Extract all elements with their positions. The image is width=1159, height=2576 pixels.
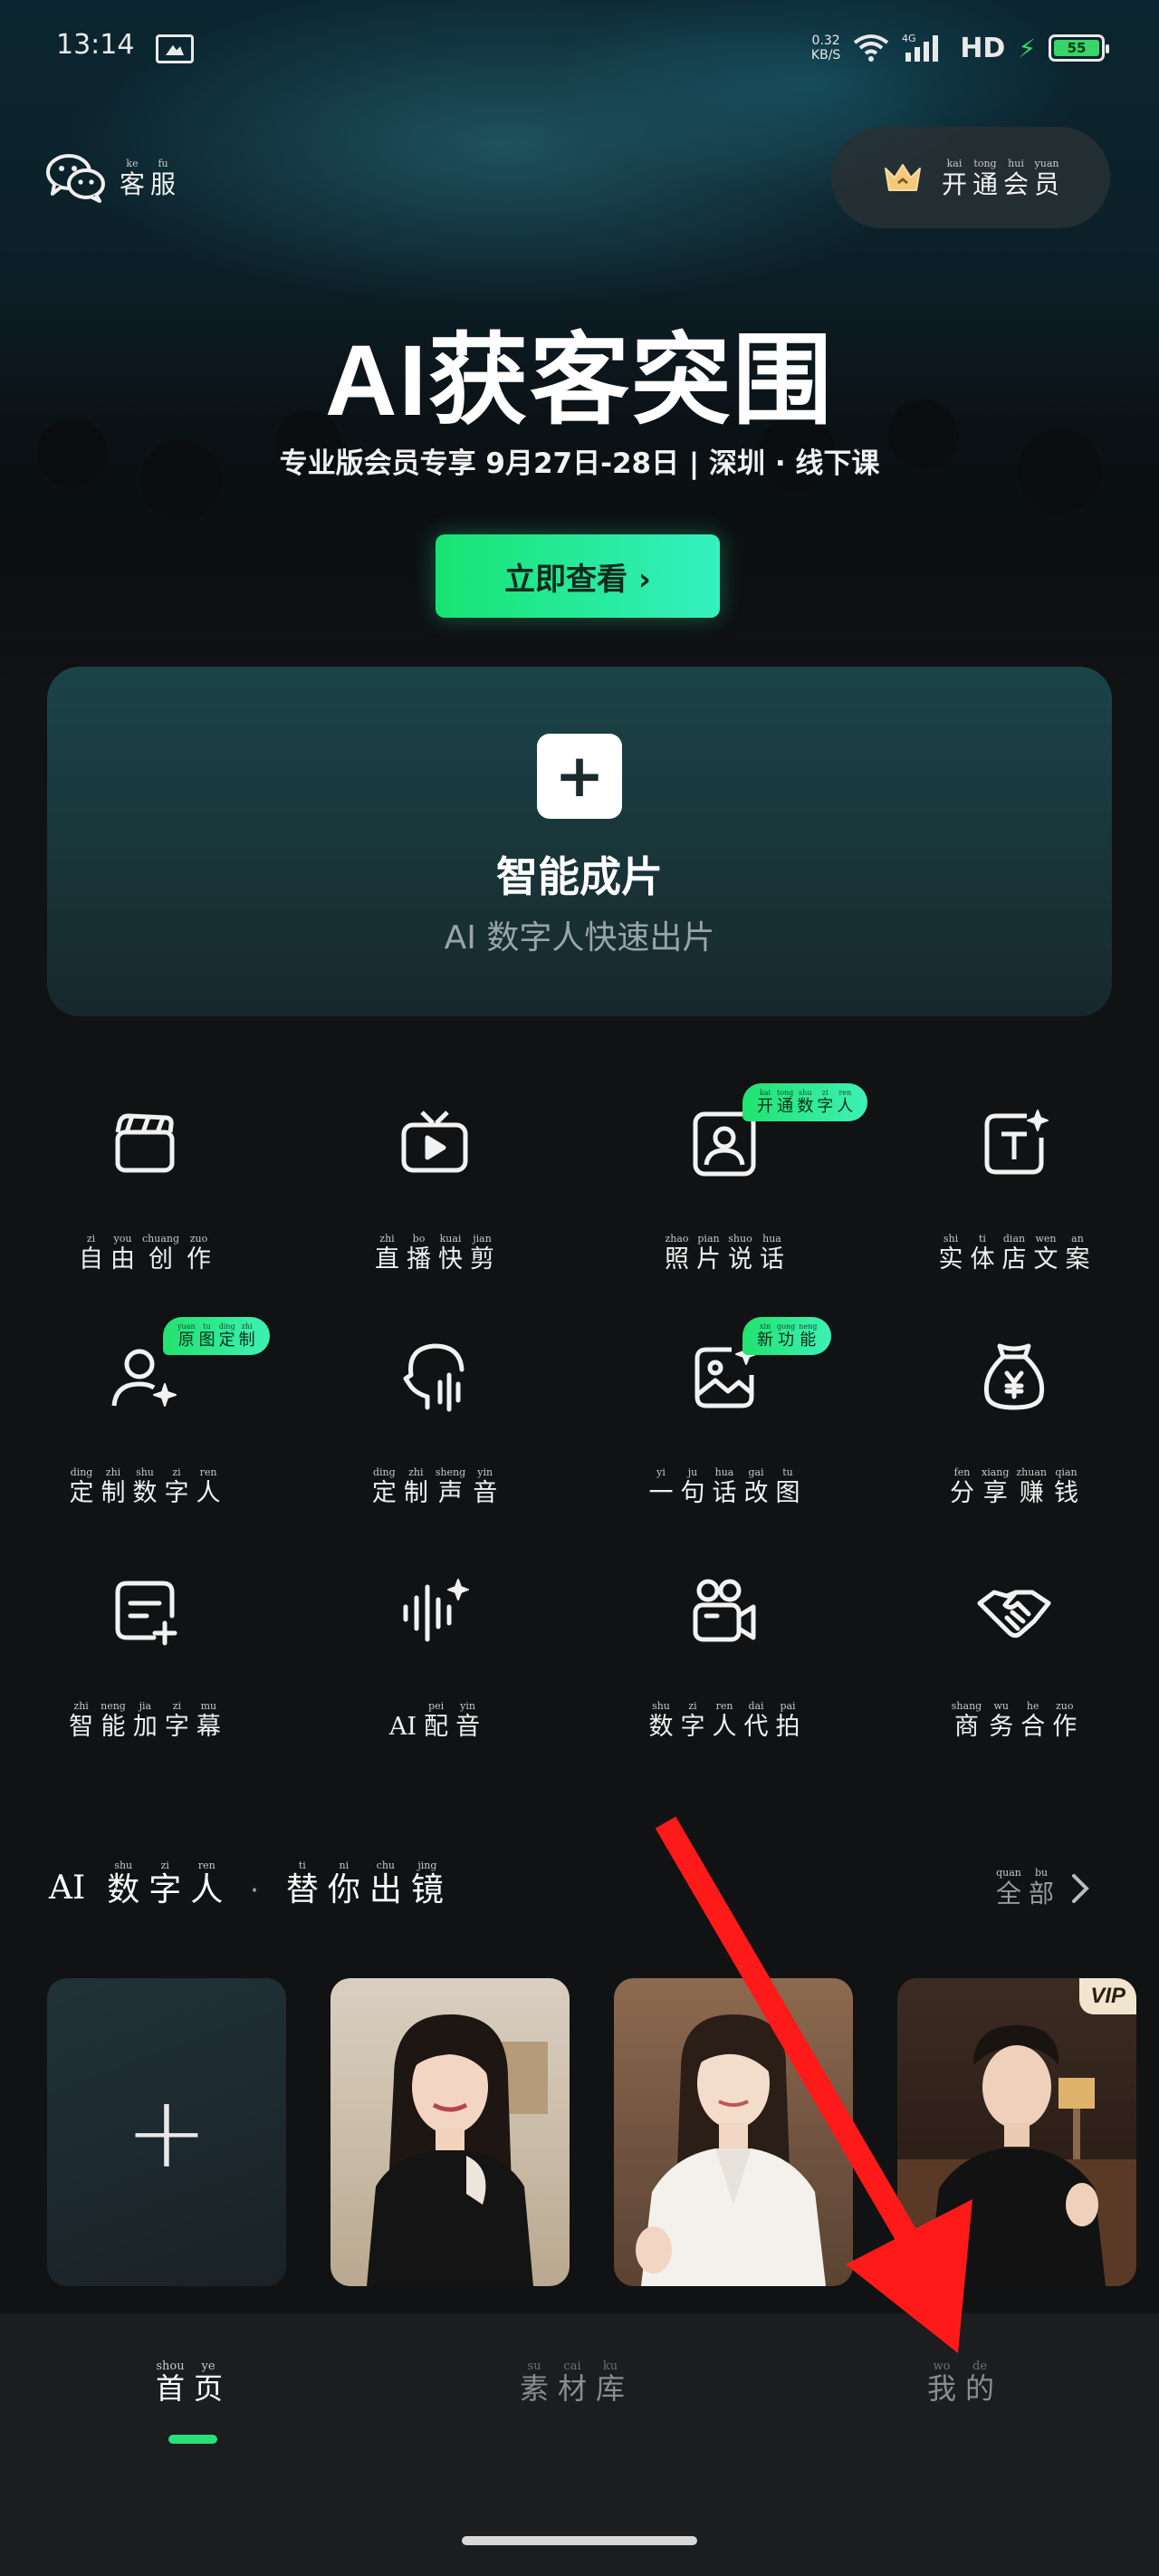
tool-free-create[interactable]: zi 自 you 由 chuang 创 zuo 作	[0, 1105, 290, 1286]
handshake-icon	[977, 1590, 1051, 1639]
charging-icon: ⚡	[1018, 33, 1036, 63]
crown-icon	[884, 164, 921, 191]
badge-open-avatar: kai 开 tong 通 shu 数 zi 字 ren 人	[742, 1083, 868, 1121]
waveform-sparkle-icon	[403, 1579, 469, 1642]
nav-mine[interactable]: wo 我 de 的	[927, 2360, 994, 2403]
tool-business[interactable]: shang 商 wu 务 he 合 zuo 作	[869, 1572, 1159, 1754]
section-title-digital-humans: AI shu 数 zi 字 ren 人 · ti 替 ni 你 chu 出 jing 镜	[49, 1860, 444, 1908]
home-indicator-bar[interactable]	[462, 2536, 697, 2545]
smart-video-card[interactable]: + 智能成片 AI 数字人快速出片	[47, 667, 1112, 1016]
badge-new-feature: xin 新 gong 功 neng 能	[742, 1317, 832, 1355]
tool-label: shang 商 wu 务 he 合 zuo 作	[951, 1700, 1078, 1741]
hero-banner[interactable]: AI获客突围 专业版会员专享 9月27日-28日 | 深圳 · 线下课 立即查看…	[0, 0, 1159, 688]
active-tab-indicator	[168, 2435, 217, 2444]
tool-custom-voice[interactable]: ding 定 zhi 制 sheng 声 yin 音	[290, 1339, 580, 1520]
tool-photo-talk[interactable]: kai 开 tong 通 shu 数 zi 字 ren 人 zhao 照 pian 片 shu…	[580, 1083, 869, 1286]
status-time: 13:14	[56, 29, 135, 61]
tv-play-icon	[401, 1110, 468, 1173]
net-speed-value: 0.32	[811, 34, 840, 48]
tool-label: ding 定 zhi 制 shu 数 zi 字 ren 人	[69, 1466, 221, 1507]
banner-title: AI获客突围	[325, 325, 834, 437]
tool-ai-dubbing[interactable]: AI pei 配 yin 音	[290, 1572, 580, 1754]
signal-icon: 4G	[902, 33, 939, 62]
tool-add-subtitle[interactable]: zhi 智 neng 能 jia 加 zi 字 mu 幕	[0, 1572, 290, 1754]
avatar-card[interactable]: VIP	[897, 1978, 1136, 2286]
battery-icon: 55	[1049, 34, 1109, 62]
tool-store-copy[interactable]: shi 实 ti 体 dian 店 wen 文 an 案	[869, 1105, 1159, 1286]
gallery-notification-icon	[156, 34, 194, 63]
tool-label: shi 实 ti 体 dian 店 wen 文 an 案	[938, 1233, 1090, 1274]
net-speed-unit: KB/S	[810, 48, 841, 62]
tool-label: zhi 直 bo 播 kuai 快 jian 剪	[375, 1233, 494, 1274]
view-now-button[interactable]: 立即查看 ›	[436, 534, 720, 618]
money-bag-icon	[983, 1343, 1045, 1410]
tool-live-clip[interactable]: zhi 直 bo 播 kuai 快 jian 剪	[290, 1105, 580, 1286]
banner-subtitle: 专业版会员专享 9月27日-28日 | 深圳 · 线下课	[279, 447, 880, 480]
service-label: ke 客 fu 服	[120, 157, 177, 199]
add-digital-human-card[interactable]: +	[47, 1978, 286, 2286]
view-all-link[interactable]: quan 全 bu 部	[996, 1868, 1092, 1907]
video-camera-icon	[693, 1579, 756, 1642]
tool-edit-image[interactable]: xin 新 gong 功 neng 能 yi 一 ju 句 hua 话 gai 改 tu 图	[580, 1317, 869, 1520]
hd-label: HD	[960, 32, 1006, 64]
battery-level: 55	[1054, 40, 1099, 56]
avatar-card[interactable]	[614, 1978, 853, 2286]
avatar-woman-black-dress	[367, 2014, 548, 2286]
avatar-man-black-suit	[897, 2025, 1136, 2286]
clapperboard-icon	[115, 1113, 175, 1173]
chevron-right-icon	[1072, 1874, 1089, 1903]
customer-service-button[interactable]: ke 客 fu 服	[45, 152, 176, 203]
tool-custom-avatar[interactable]: yuan 原 tu 图 ding 定 zhi 制 ding 定 zhi 制 shu 数 zi 字…	[0, 1317, 290, 1520]
title-prefix: AI	[49, 1870, 86, 1907]
digital-human-carousel: + VIP	[0, 1978, 1159, 2286]
avatar-card[interactable]	[330, 1978, 570, 2286]
subtitle-add-icon	[115, 1581, 177, 1646]
tool-label: AI pei 配 yin 音	[388, 1700, 481, 1741]
bottom-navigation: shou 首 ye 页 su 素 cai 材 ku 库 wo 我 de 的	[0, 2313, 1159, 2576]
tool-label: fen 分 xiang 享 zhuan 赚 qian 钱	[949, 1466, 1078, 1507]
voice-head-icon	[403, 1343, 465, 1412]
smart-video-subtitle: AI 数字人快速出片	[444, 919, 715, 956]
tool-label: shu 数 zi 字 ren 人 dai 代 pai 拍	[648, 1700, 800, 1741]
network-type: 4G	[902, 33, 916, 44]
text-sparkle-icon	[984, 1110, 1049, 1175]
smart-video-title: 智能成片	[496, 852, 663, 901]
plus-icon: +	[124, 2074, 209, 2190]
tool-share-earn[interactable]: fen 分 xiang 享 zhuan 赚 qian 钱	[869, 1339, 1159, 1520]
wifi-icon	[854, 34, 889, 62]
tool-label: zhi 智 neng 能 jia 加 zi 字 mu 幕	[69, 1700, 221, 1741]
tool-avatar-shoot[interactable]: shu 数 zi 字 ren 人 dai 代 pai 拍	[580, 1572, 869, 1754]
tool-label: zi 自 you 由 chuang 创 zuo 作	[78, 1233, 211, 1274]
tool-label: zhao 照 pian 片 shuo 说 hua 话	[665, 1233, 784, 1274]
tool-label: yi 一 ju 句 hua 话 gai 改 tu 图	[648, 1466, 800, 1507]
title-dot: ·	[250, 1875, 259, 1907]
open-membership-button[interactable]: kai 开 tong 通 hui 会 yuan 员	[831, 127, 1110, 228]
badge-original-custom: yuan 原 tu 图 ding 定 zhi 制	[163, 1317, 270, 1355]
status-bar: 13:14 0.32 KB/S 4G HD ⚡ 55	[0, 0, 1159, 100]
nav-material-library[interactable]: su 素 cai 材 ku 库	[520, 2360, 625, 2403]
net-speed: 0.32 KB/S	[811, 34, 840, 62]
plus-icon: +	[537, 734, 622, 819]
wechat-icon	[46, 154, 105, 203]
membership-label: kai 开 tong 通 hui 会 yuan 员	[941, 157, 1060, 199]
tool-label: ding 定 zhi 制 sheng 声 yin 音	[371, 1466, 498, 1507]
vip-badge: VIP	[1079, 1978, 1136, 2014]
nav-home[interactable]: shou 首 ye 页	[156, 2360, 223, 2403]
avatar-woman-white-suit	[636, 2014, 826, 2286]
